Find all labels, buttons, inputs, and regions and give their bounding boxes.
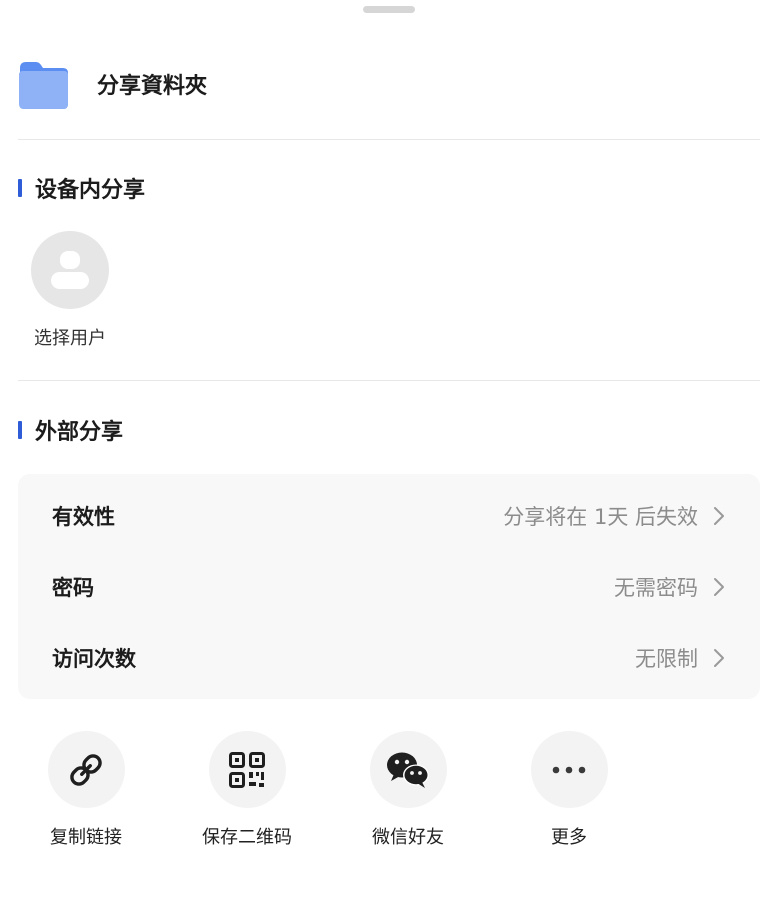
select-user-label: 选择用户 bbox=[34, 328, 106, 349]
action-circle bbox=[208, 731, 286, 808]
setting-label: 有效性 bbox=[52, 504, 115, 529]
setting-value: 无限制 bbox=[635, 646, 698, 671]
action-label: 保存二维码 bbox=[202, 827, 292, 848]
share-sheet: 分享資料夾 设备内分享 选择用户 外部分享 有效性 分享将在 1天 后失效 密码… bbox=[0, 0, 780, 898]
avatar bbox=[31, 231, 109, 309]
device-share-title: 设备内分享 bbox=[35, 178, 146, 203]
folder-icon bbox=[19, 62, 68, 109]
copy-link-button[interactable]: 复制链接 bbox=[21, 731, 151, 849]
divider bbox=[18, 380, 760, 381]
folder-title: 分享資料夾 bbox=[97, 74, 208, 99]
action-label: 复制链接 bbox=[50, 827, 122, 848]
wechat-icon bbox=[387, 752, 429, 788]
chevron-right-icon bbox=[714, 506, 724, 525]
divider bbox=[18, 139, 760, 140]
action-circle bbox=[530, 731, 608, 808]
chevron-right-icon bbox=[714, 577, 724, 596]
external-share-title: 外部分享 bbox=[35, 420, 124, 445]
save-qr-code-button[interactable]: 保存二维码 bbox=[182, 731, 312, 849]
drag-handle[interactable] bbox=[363, 6, 415, 13]
action-circle bbox=[369, 731, 447, 808]
setting-value: 分享将在 1天 后失效 bbox=[503, 504, 698, 529]
device-share-heading: 设备内分享 bbox=[18, 174, 146, 203]
more-icon bbox=[552, 766, 586, 773]
setting-label: 访问次数 bbox=[52, 646, 136, 671]
wechat-friends-button[interactable]: 微信好友 bbox=[343, 731, 473, 849]
setting-value: 无需密码 bbox=[614, 575, 698, 600]
user-placeholder-icon bbox=[51, 251, 89, 289]
action-label: 更多 bbox=[551, 827, 587, 848]
qr-code-icon bbox=[229, 751, 265, 788]
setting-label: 密码 bbox=[52, 575, 94, 600]
more-button[interactable]: 更多 bbox=[504, 731, 634, 849]
setting-row-access-count[interactable]: 访问次数 无限制 bbox=[18, 622, 760, 693]
share-settings-card: 有效性 分享将在 1天 后失效 密码 无需密码 访问次数 无限制 bbox=[18, 474, 760, 699]
external-share-heading: 外部分享 bbox=[18, 416, 124, 445]
action-circle bbox=[47, 731, 125, 808]
chevron-right-icon bbox=[714, 648, 724, 667]
select-user-button[interactable]: 选择用户 bbox=[28, 231, 112, 350]
setting-row-password[interactable]: 密码 无需密码 bbox=[18, 551, 760, 622]
share-actions: 复制链接 保存二维码 微信好友 更多 bbox=[0, 731, 780, 861]
section-accent-bar bbox=[18, 421, 22, 439]
share-header: 分享資料夾 bbox=[18, 56, 760, 112]
setting-row-validity[interactable]: 有效性 分享将在 1天 后失效 bbox=[18, 480, 760, 551]
action-label: 微信好友 bbox=[372, 827, 444, 848]
link-icon bbox=[70, 753, 102, 786]
section-accent-bar bbox=[18, 179, 22, 197]
